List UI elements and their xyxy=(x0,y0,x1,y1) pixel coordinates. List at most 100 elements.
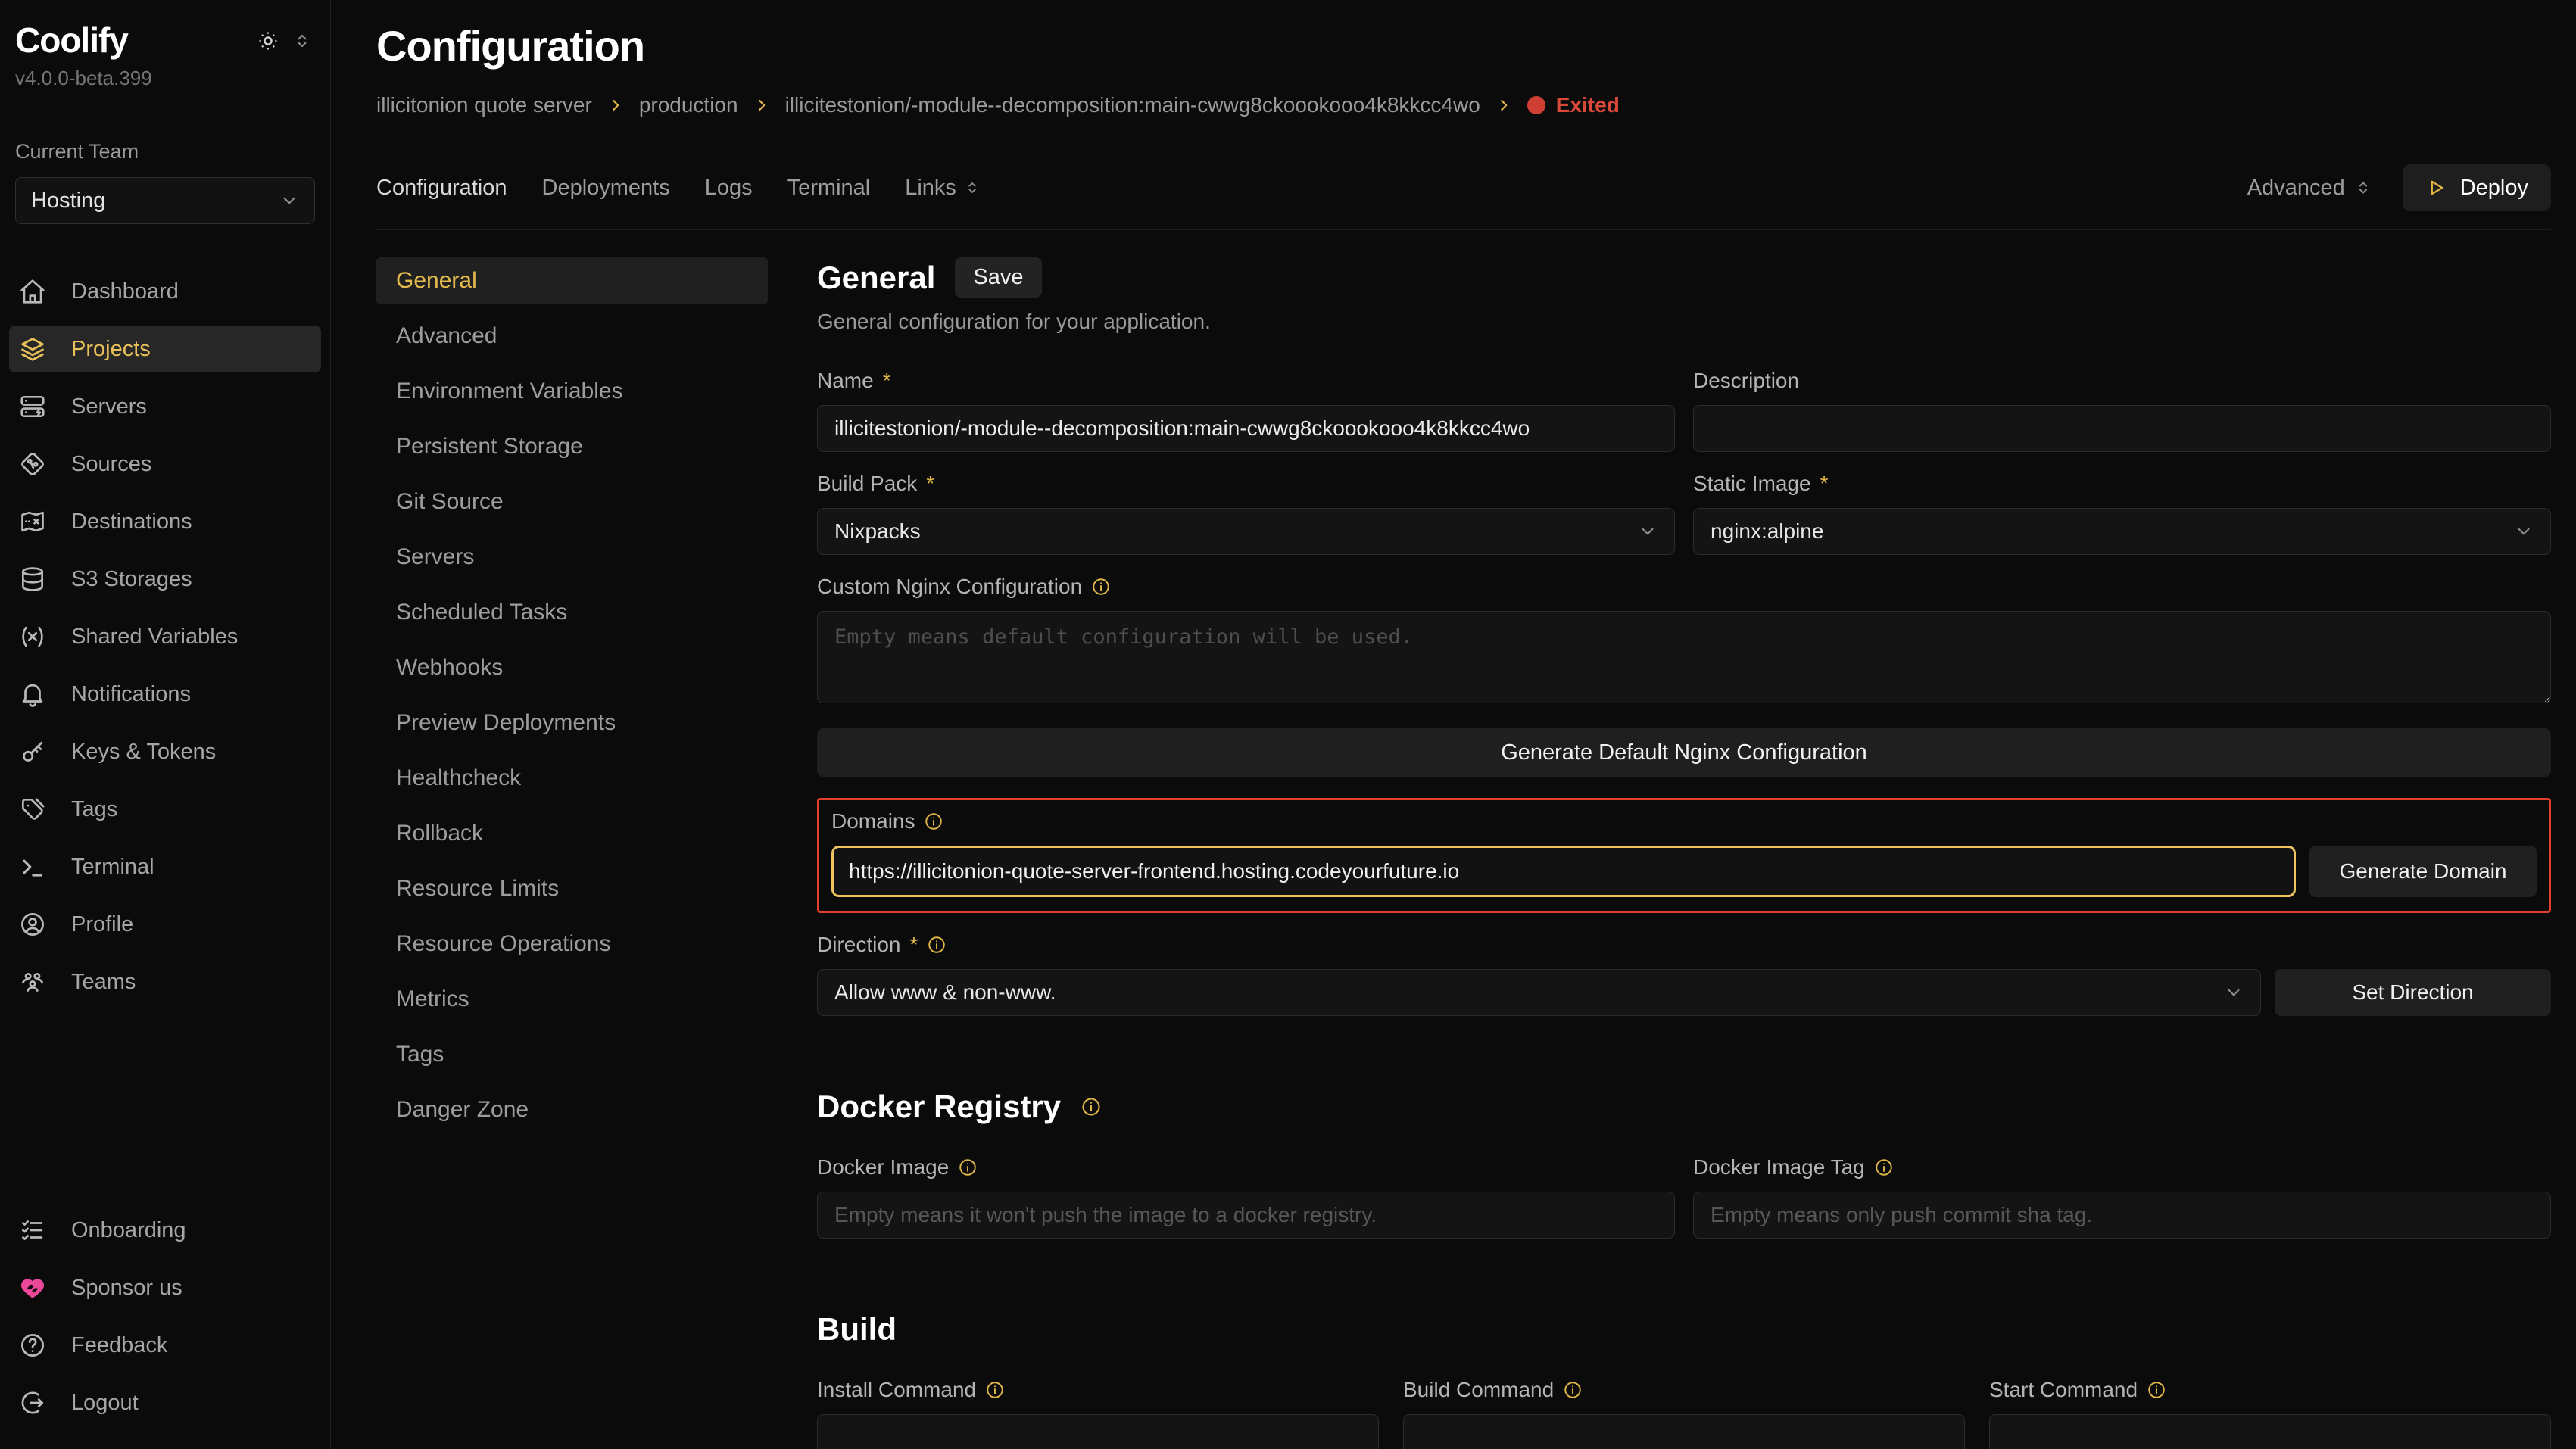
start-command-input[interactable] xyxy=(1989,1414,2551,1449)
set-direction-button[interactable]: Set Direction xyxy=(2275,969,2551,1016)
domains-label: Domains xyxy=(831,809,2537,834)
breadcrumb-environment[interactable]: production xyxy=(639,93,738,117)
breadcrumb-application[interactable]: illicitestonion/-module--decomposition:m… xyxy=(785,93,1480,117)
subnav-resource-operations[interactable]: Resource Operations xyxy=(376,921,768,968)
sidebar-item-logout[interactable]: Logout xyxy=(9,1379,321,1426)
chevron-down-icon xyxy=(1638,522,1658,541)
tab-links[interactable]: Links xyxy=(905,176,981,201)
docker-image-input[interactable] xyxy=(817,1192,1675,1239)
database-icon xyxy=(17,563,48,595)
tabs-right: Advanced Deploy xyxy=(2247,164,2551,211)
generate-domain-button[interactable]: Generate Domain xyxy=(2309,846,2537,897)
sidebar-item-teams[interactable]: Teams xyxy=(9,958,321,1005)
sidebar-item-profile[interactable]: Profile xyxy=(9,901,321,948)
sidebar-item-label: Notifications xyxy=(71,682,191,707)
breadcrumb-project[interactable]: illicitonion quote server xyxy=(376,93,592,117)
tag-icon xyxy=(17,793,48,825)
subnav-danger-zone[interactable]: Danger Zone xyxy=(376,1086,768,1133)
static-image-select[interactable]: nginx:alpine xyxy=(1693,508,2551,555)
chevron-down-icon xyxy=(2514,522,2534,541)
subnav-metrics[interactable]: Metrics xyxy=(376,976,768,1023)
info-icon[interactable] xyxy=(1563,1380,1583,1400)
user-circle-icon xyxy=(17,908,48,940)
info-icon[interactable] xyxy=(1081,1096,1102,1117)
subnav-persistent-storage[interactable]: Persistent Storage xyxy=(376,423,768,470)
build-command-input[interactable] xyxy=(1403,1414,1965,1449)
subnav-scheduled-tasks[interactable]: Scheduled Tasks xyxy=(376,589,768,636)
status-dot-icon xyxy=(1527,96,1545,114)
info-icon[interactable] xyxy=(1874,1158,1894,1177)
section-heading-general: General xyxy=(817,260,935,296)
tab-deployments[interactable]: Deployments xyxy=(542,176,670,201)
subnav-rollback[interactable]: Rollback xyxy=(376,810,768,857)
info-icon[interactable] xyxy=(985,1380,1005,1400)
description-input[interactable] xyxy=(1693,405,2551,452)
chevron-down-icon xyxy=(279,191,299,210)
sidebar-item-sources[interactable]: Sources xyxy=(9,441,321,488)
subnav-preview-deployments[interactable]: Preview Deployments xyxy=(376,700,768,746)
sidebar-item-sponsor[interactable]: Sponsor us xyxy=(9,1264,321,1311)
save-button[interactable]: Save xyxy=(955,257,1041,298)
server-icon xyxy=(17,391,48,422)
sidebar-item-s3-storages[interactable]: S3 Storages xyxy=(9,556,321,603)
sidebar-item-label: Shared Variables xyxy=(71,625,238,650)
subnav-environment-variables[interactable]: Environment Variables xyxy=(376,368,768,415)
docker-image-tag-input[interactable] xyxy=(1693,1192,2551,1239)
info-icon[interactable] xyxy=(1091,577,1111,597)
sidebar-item-label: Feedback xyxy=(71,1333,167,1358)
section-heading-docker-registry: Docker Registry xyxy=(817,1089,1061,1125)
section-subtitle: General configuration for your applicati… xyxy=(817,310,2551,334)
sidebar-item-notifications[interactable]: Notifications xyxy=(9,671,321,718)
custom-nginx-textarea[interactable] xyxy=(817,611,2551,703)
theme-sun-icon[interactable] xyxy=(256,29,280,53)
sidebar-collapse-icon[interactable] xyxy=(292,31,312,51)
info-icon[interactable] xyxy=(958,1158,978,1177)
sidebar-item-destinations[interactable]: Destinations xyxy=(9,498,321,545)
info-icon[interactable] xyxy=(2147,1380,2166,1400)
home-icon xyxy=(17,276,48,307)
sidebar-item-servers[interactable]: Servers xyxy=(9,383,321,430)
sidebar-item-tags[interactable]: Tags xyxy=(9,786,321,833)
settings-subnav: General Advanced Environment Variables P… xyxy=(376,257,768,1449)
status-badge: Exited xyxy=(1527,93,1620,117)
subnav-webhooks[interactable]: Webhooks xyxy=(376,644,768,691)
subnav-servers[interactable]: Servers xyxy=(376,534,768,581)
team-select[interactable]: Hosting xyxy=(15,177,315,224)
build-pack-value: Nixpacks xyxy=(834,519,921,544)
app-version: v4.0.0-beta.399 xyxy=(15,67,315,90)
chevron-down-icon xyxy=(2224,983,2244,1002)
advanced-menu[interactable]: Advanced xyxy=(2247,176,2372,201)
sidebar-item-feedback[interactable]: Feedback xyxy=(9,1322,321,1369)
sidebar-item-terminal[interactable]: Terminal xyxy=(9,843,321,890)
install-command-label: Install Command xyxy=(817,1378,1379,1402)
domains-input[interactable] xyxy=(831,846,2296,897)
deploy-button[interactable]: Deploy xyxy=(2403,164,2551,211)
breadcrumb: illicitonion quote server production ill… xyxy=(376,93,2551,117)
sidebar-item-projects[interactable]: Projects xyxy=(9,326,321,372)
install-command-input[interactable] xyxy=(817,1414,1379,1449)
subnav-tags[interactable]: Tags xyxy=(376,1031,768,1078)
sidebar-item-onboarding[interactable]: Onboarding xyxy=(9,1207,321,1254)
subnav-advanced[interactable]: Advanced xyxy=(376,313,768,360)
sidebar-item-label: Terminal xyxy=(71,855,154,880)
generate-nginx-button[interactable]: Generate Default Nginx Configuration xyxy=(817,728,2551,777)
subnav-general[interactable]: General xyxy=(376,257,768,304)
subnav-resource-limits[interactable]: Resource Limits xyxy=(376,865,768,912)
subnav-git-source[interactable]: Git Source xyxy=(376,478,768,525)
tab-configuration[interactable]: Configuration xyxy=(376,176,507,201)
subnav-healthcheck[interactable]: Healthcheck xyxy=(376,755,768,802)
info-icon[interactable] xyxy=(927,935,947,955)
info-icon[interactable] xyxy=(924,812,943,831)
build-pack-select[interactable]: Nixpacks xyxy=(817,508,1675,555)
tab-logs[interactable]: Logs xyxy=(705,176,753,201)
tab-terminal[interactable]: Terminal xyxy=(787,176,871,201)
sidebar: Coolify v4.0.0-beta.399 Current Team Hos… xyxy=(0,0,331,1449)
sidebar-item-label: Servers xyxy=(71,394,147,419)
sidebar-item-shared-variables[interactable]: Shared Variables xyxy=(9,613,321,660)
direction-select[interactable]: Allow www & non-www. xyxy=(817,969,2261,1016)
docker-image-tag-label: Docker Image Tag xyxy=(1693,1155,2551,1179)
name-input[interactable] xyxy=(817,405,1675,452)
sidebar-item-dashboard[interactable]: Dashboard xyxy=(9,268,321,315)
sidebar-item-keys-tokens[interactable]: Keys & Tokens xyxy=(9,728,321,775)
page-title: Configuration xyxy=(376,21,2551,70)
